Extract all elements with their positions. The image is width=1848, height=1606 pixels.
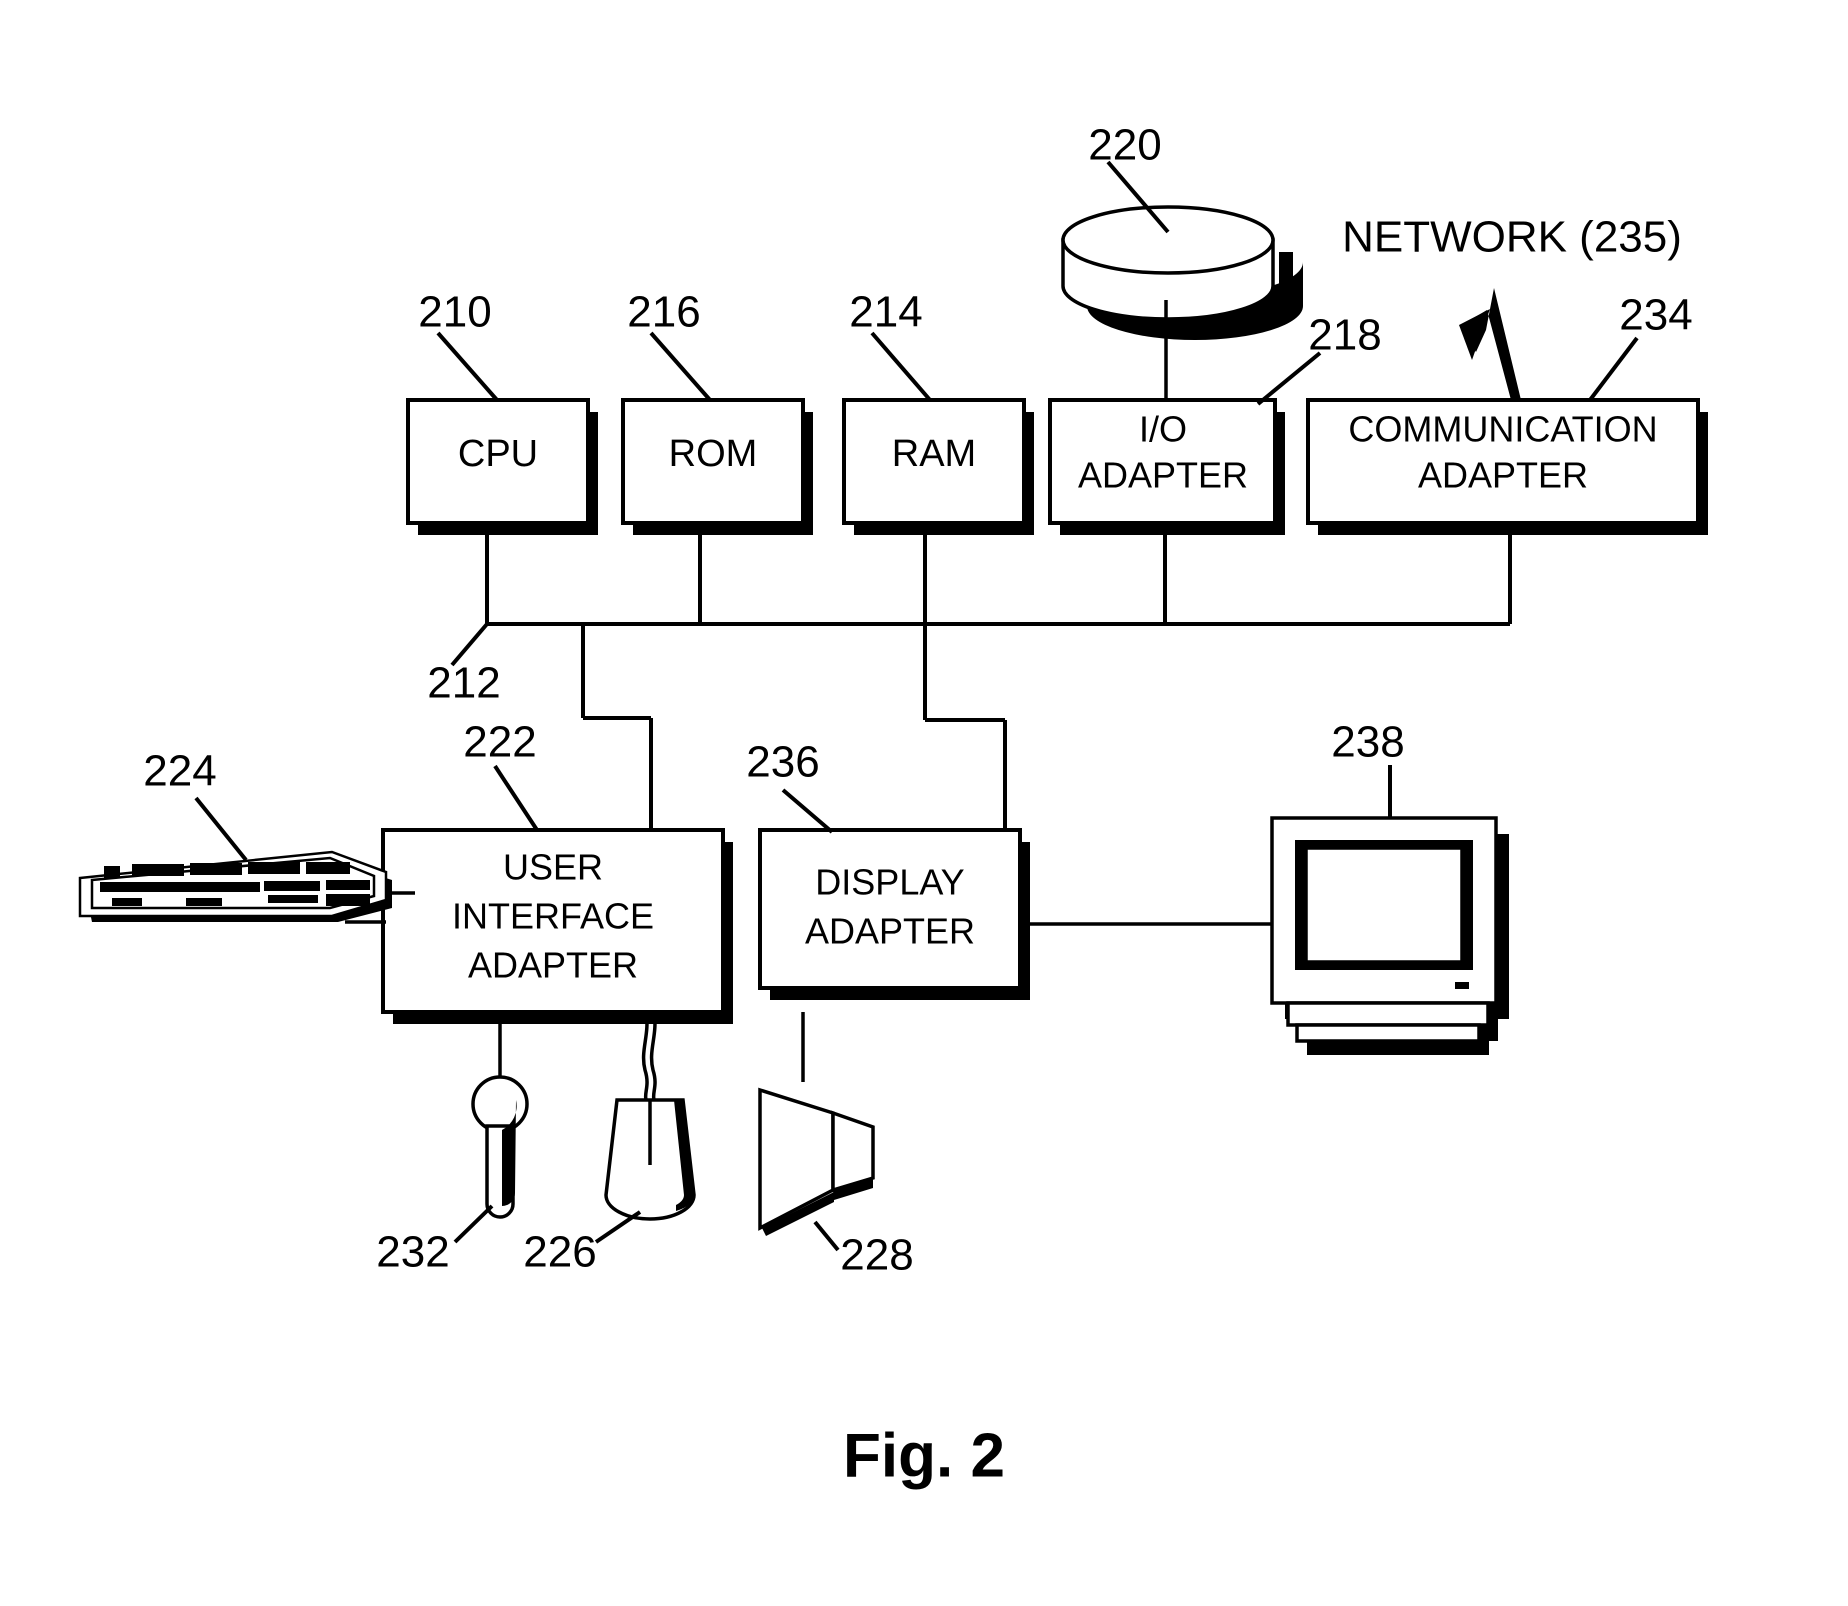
block-comm-adapter-label-1: COMMUNICATION <box>1348 409 1657 450</box>
mouse-icon <box>604 1011 696 1221</box>
ref-218: 218 <box>1308 311 1381 360</box>
patent-figure-2: 212 CPU 210 ROM 216 RAM 214 I/O ADAPTER … <box>78 121 1708 1490</box>
io-ref-leader <box>1256 351 1322 406</box>
joystick-ref-leader <box>453 1204 494 1244</box>
ref-226: 226 <box>523 1228 596 1277</box>
ref-210: 210 <box>418 288 491 337</box>
rom-ref-leader <box>649 331 712 402</box>
ref-228: 228 <box>840 1231 913 1280</box>
block-io-adapter-label-1: I/O <box>1139 409 1187 450</box>
ram-ref-leader <box>870 331 932 402</box>
block-ram-label: RAM <box>892 433 976 475</box>
joystick-icon <box>471 1012 529 1219</box>
ref-238: 238 <box>1331 718 1404 767</box>
block-display-adapter-label-2: ADAPTER <box>805 911 975 952</box>
ref-212: 212 <box>427 659 500 708</box>
disk-storage-icon <box>1061 205 1303 340</box>
keyboard-ref-leader <box>194 796 248 862</box>
monitor-icon <box>1270 816 1509 1055</box>
figure-caption: Fig. 2 <box>843 1421 1005 1490</box>
ref-224: 224 <box>143 747 216 796</box>
speaker-ref-leader <box>813 1220 840 1252</box>
block-uia-label-3: ADAPTER <box>468 945 638 986</box>
ref-222: 222 <box>463 718 536 767</box>
block-display-adapter-label-1: DISPLAY <box>815 862 964 903</box>
cpu-ref-leader <box>436 331 499 402</box>
ref-234: 234 <box>1619 291 1692 340</box>
bus-to-display-link <box>923 624 1007 830</box>
block-rom-label: ROM <box>669 433 758 475</box>
comm-ref-leader <box>1588 336 1639 402</box>
uia-ref-leader <box>493 764 539 832</box>
network-label: NETWORK (235) <box>1342 213 1682 262</box>
block-io-adapter-label-2: ADAPTER <box>1078 455 1248 496</box>
ref-220: 220 <box>1088 121 1161 170</box>
bus-to-uia-link <box>581 624 653 830</box>
block-comm-adapter-label-2: ADAPTER <box>1418 455 1588 496</box>
speaker-icon <box>758 1012 875 1236</box>
ref-214: 214 <box>849 288 922 337</box>
ref-232: 232 <box>376 1228 449 1277</box>
ref-216: 216 <box>627 288 700 337</box>
keyboard-icon <box>78 850 415 922</box>
system-bus <box>485 524 1512 626</box>
block-uia-label-1: USER <box>503 847 603 888</box>
display-ref-leader <box>781 788 834 834</box>
lightning-bolt-icon <box>1459 288 1521 400</box>
block-uia-label-2: INTERFACE <box>452 896 654 937</box>
mouse-ref-leader <box>594 1210 642 1244</box>
block-cpu-label: CPU <box>458 433 538 475</box>
ref-236: 236 <box>746 738 819 787</box>
